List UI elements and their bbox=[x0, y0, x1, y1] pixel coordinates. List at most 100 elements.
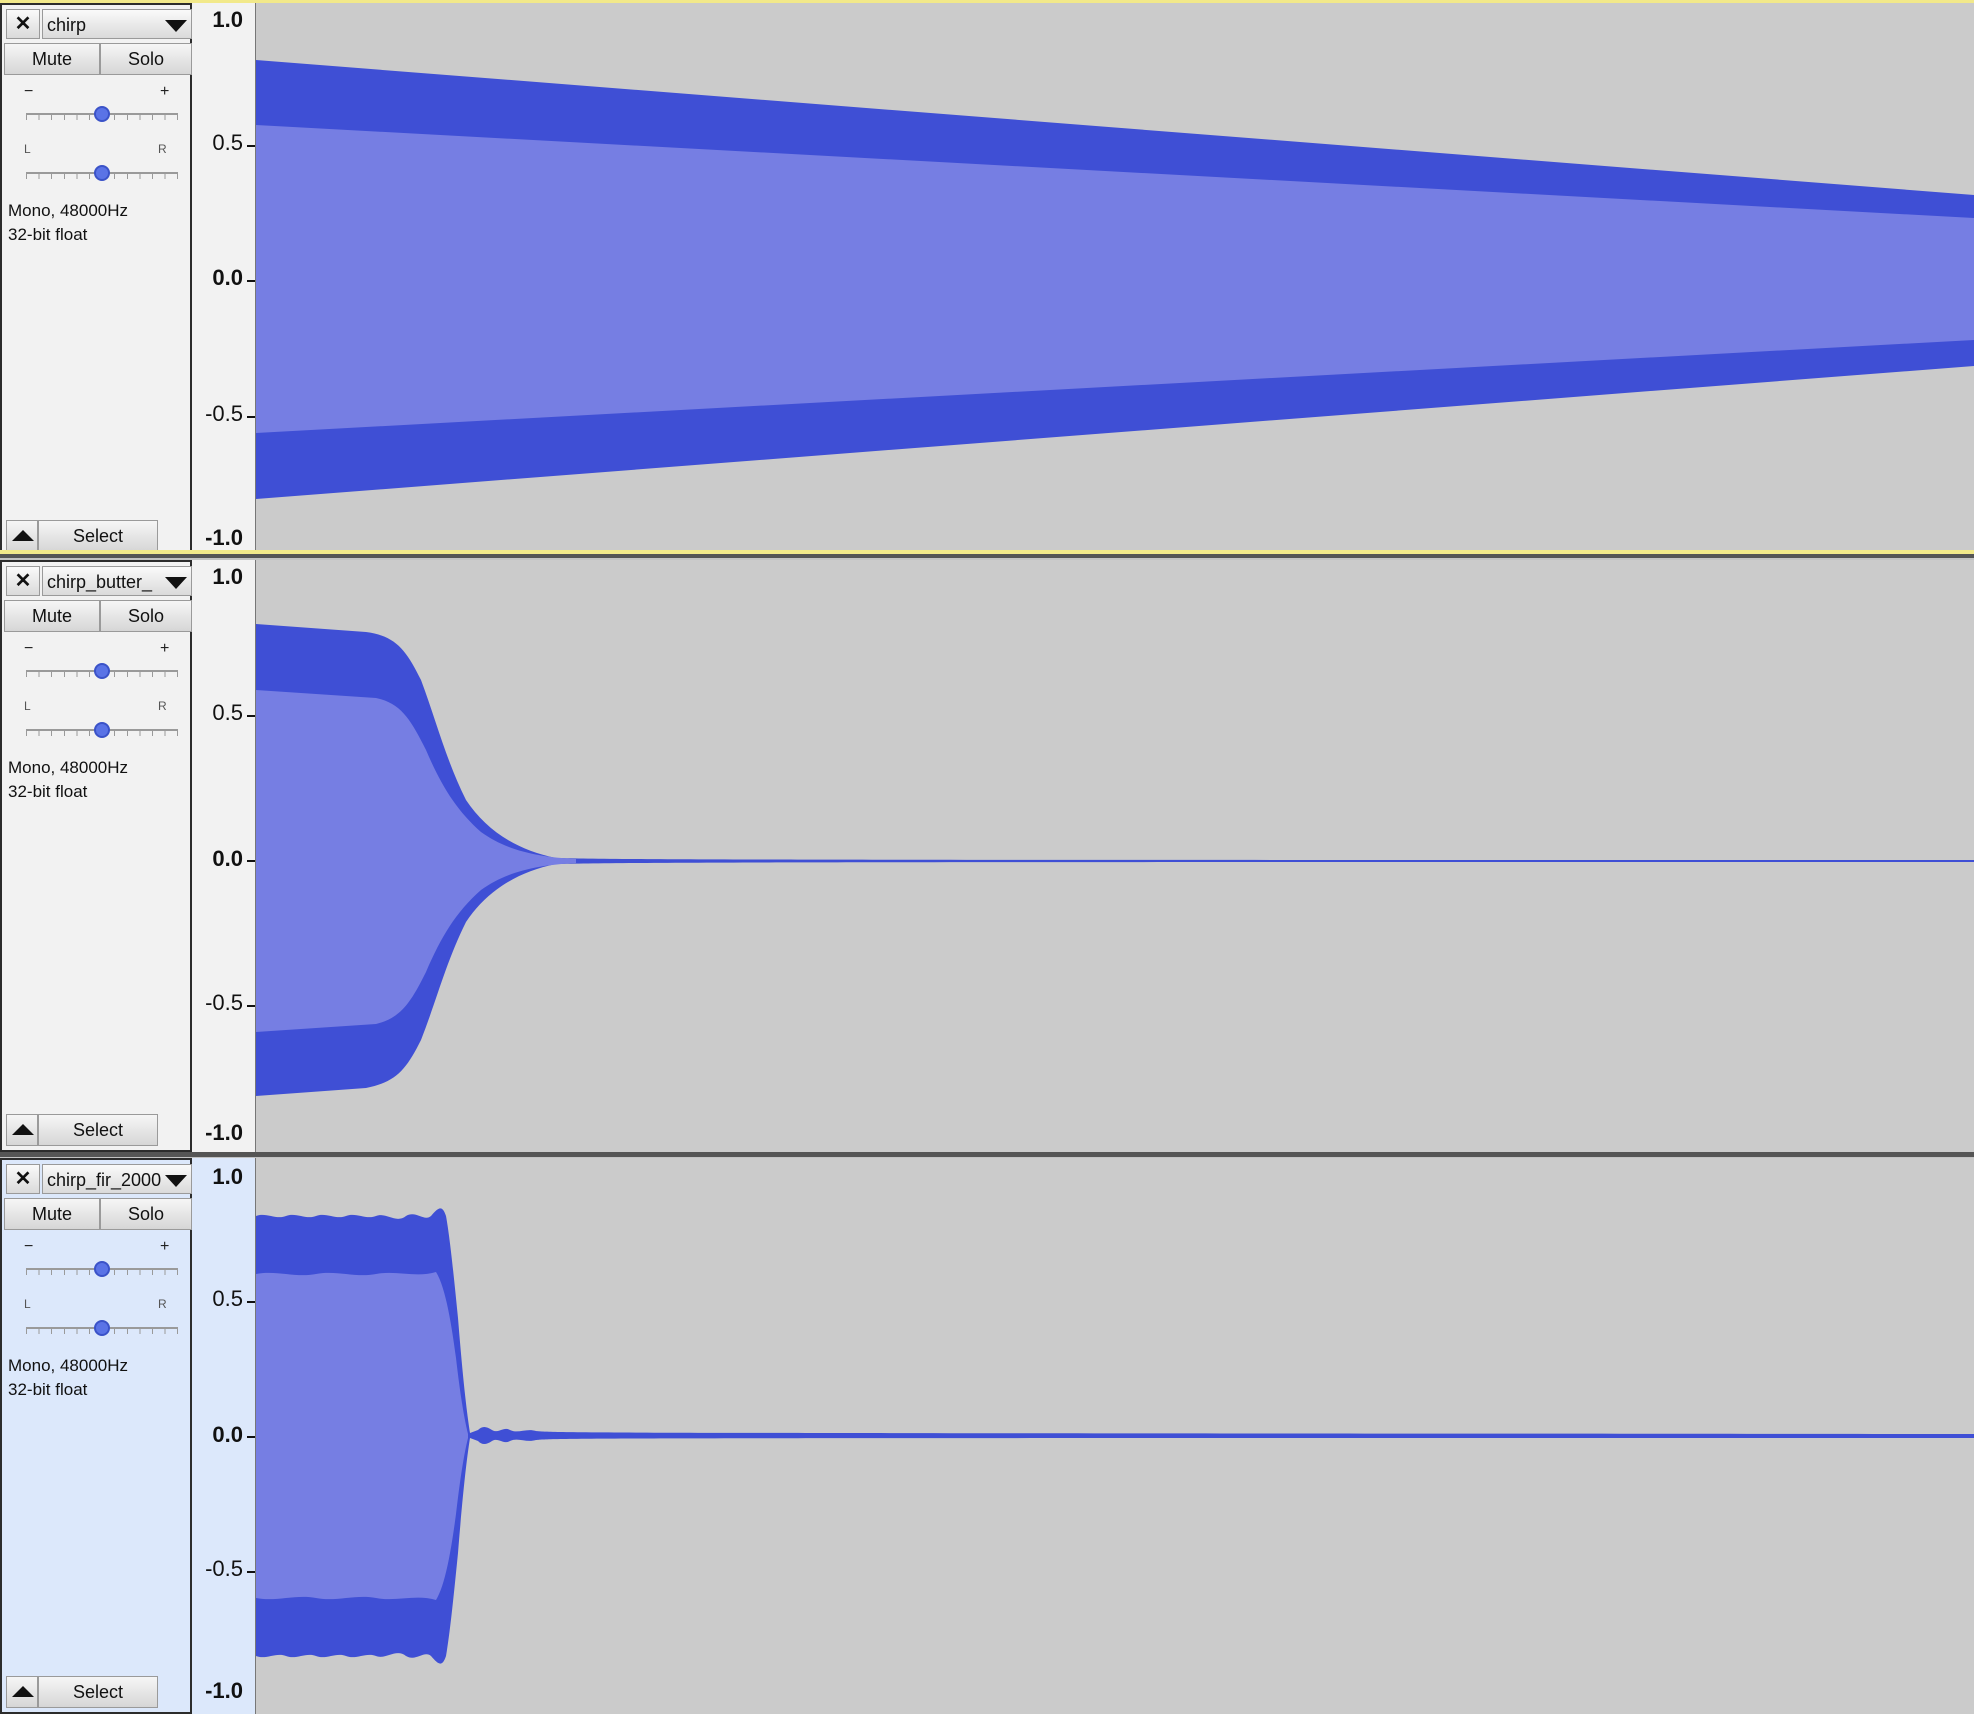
ruler-tick bbox=[247, 416, 255, 418]
ruler-tick bbox=[247, 860, 255, 862]
select-track-button[interactable]: Select bbox=[38, 1114, 158, 1146]
gain-slider[interactable] bbox=[26, 1256, 178, 1282]
gain-slider[interactable] bbox=[26, 658, 178, 684]
track-chirp-fir: ✕ chirp_fir_2000 Mute Solo − + L R Mono,… bbox=[0, 1158, 1974, 1714]
close-track-button[interactable]: ✕ bbox=[6, 1164, 40, 1194]
ruler-label-bottom: -1.0 bbox=[205, 1120, 243, 1145]
pan-slider-thumb[interactable] bbox=[94, 165, 110, 181]
ruler-label-bottom: -1.0 bbox=[205, 525, 243, 550]
waveform-chirp bbox=[256, 60, 1974, 499]
track-name: chirp_butter_ bbox=[47, 572, 153, 592]
track-rate-info: Mono, 48000Hz bbox=[8, 1356, 129, 1375]
amplitude-ruler: 1.0 0.5 0.0 -0.5 -1.0 bbox=[192, 3, 256, 558]
chevron-down-icon bbox=[165, 1175, 187, 1187]
waveform-chirp-butter bbox=[256, 624, 1974, 1096]
gain-slider-thumb[interactable] bbox=[94, 106, 110, 122]
gain-plus-label: + bbox=[160, 640, 170, 657]
track-separator bbox=[0, 554, 1974, 558]
pan-slider[interactable] bbox=[26, 717, 178, 743]
close-track-button[interactable]: ✕ bbox=[6, 566, 40, 596]
track-control-panel[interactable]: ✕ chirp_fir_2000 Mute Solo − + L R Mono,… bbox=[0, 1158, 192, 1714]
ruler-label-half: 0.5 bbox=[212, 130, 243, 155]
pan-left-label: L bbox=[24, 699, 31, 713]
track-format-info: Mono, 48000Hz 32-bit float bbox=[8, 756, 128, 804]
pan-right-label: R bbox=[158, 1297, 167, 1311]
waveform-chirp-fir bbox=[256, 1208, 1974, 1664]
solo-button[interactable]: Solo bbox=[100, 43, 192, 75]
collapse-up-icon bbox=[12, 1124, 34, 1135]
solo-button[interactable]: Solo bbox=[100, 600, 192, 632]
collapse-track-button[interactable] bbox=[6, 1676, 38, 1708]
collapse-track-button[interactable] bbox=[6, 1114, 38, 1146]
collapse-track-button[interactable] bbox=[6, 520, 38, 552]
select-track-button[interactable]: Select bbox=[38, 520, 158, 552]
ruler-tick bbox=[247, 280, 255, 282]
waveform-rms bbox=[256, 1272, 468, 1600]
close-icon: ✕ bbox=[14, 13, 32, 35]
waveform-rms bbox=[256, 690, 576, 1032]
ruler-label-zero: 0.0 bbox=[212, 1422, 243, 1447]
mute-button[interactable]: Mute bbox=[4, 1198, 100, 1230]
select-track-button[interactable]: Select bbox=[38, 1676, 158, 1708]
gain-minus-label: − bbox=[24, 640, 34, 657]
collapse-up-icon bbox=[12, 1686, 34, 1697]
solo-button[interactable]: Solo bbox=[100, 1198, 192, 1230]
close-track-button[interactable]: ✕ bbox=[6, 9, 40, 39]
pan-right-label: R bbox=[158, 699, 167, 713]
mute-button[interactable]: Mute bbox=[4, 600, 100, 632]
track-separator bbox=[0, 1152, 1974, 1157]
track-header: ✕ chirp_fir_2000 bbox=[4, 1162, 192, 1194]
gain-slider-thumb[interactable] bbox=[94, 663, 110, 679]
pan-slider-thumb[interactable] bbox=[94, 722, 110, 738]
gain-slider-thumb[interactable] bbox=[94, 1261, 110, 1277]
track-chirp-butter: ✕ chirp_butter_ Mute Solo − + L R Mono, … bbox=[0, 560, 1974, 1152]
ruler-tick bbox=[247, 1301, 255, 1303]
mute-button[interactable]: Mute bbox=[4, 43, 100, 75]
ruler-tick bbox=[247, 715, 255, 717]
waveform-peak bbox=[256, 1208, 1974, 1664]
pan-right-label: R bbox=[158, 142, 167, 156]
track-name: chirp_fir_2000 bbox=[47, 1170, 162, 1190]
ruler-label-neg-half: -0.5 bbox=[205, 1556, 243, 1581]
ruler-label-neg-half: -0.5 bbox=[205, 401, 243, 426]
waveform-area[interactable] bbox=[256, 3, 1974, 550]
pan-slider-thumb[interactable] bbox=[94, 1320, 110, 1336]
track-format-info: Mono, 48000Hz 32-bit float bbox=[8, 1354, 128, 1402]
chevron-down-icon bbox=[165, 20, 187, 32]
waveform-area[interactable] bbox=[256, 560, 1974, 1152]
track-name-menu-button[interactable]: chirp_butter_ bbox=[42, 566, 192, 596]
amplitude-ruler: 1.0 0.5 0.0 -0.5 -1.0 bbox=[192, 560, 256, 1152]
ruler-label-top: 1.0 bbox=[212, 7, 243, 32]
ruler-label-half: 0.5 bbox=[212, 1286, 243, 1311]
track-rate-info: Mono, 48000Hz bbox=[8, 758, 129, 777]
ruler-label-top: 1.0 bbox=[212, 564, 243, 589]
track-name-menu-button[interactable]: chirp_fir_2000 bbox=[42, 1164, 192, 1194]
track-rate-info: Mono, 48000Hz bbox=[8, 201, 129, 220]
track-header: ✕ chirp_butter_ bbox=[4, 564, 192, 596]
ruler-label-half: 0.5 bbox=[212, 700, 243, 725]
gain-slider[interactable] bbox=[26, 101, 178, 127]
track-name-menu-button[interactable]: chirp bbox=[42, 9, 192, 39]
track-control-panel[interactable]: ✕ chirp_butter_ Mute Solo − + L R Mono, … bbox=[0, 560, 192, 1152]
gain-minus-label: − bbox=[24, 1238, 34, 1255]
ruler-label-top: 1.0 bbox=[212, 1164, 243, 1189]
gain-plus-label: + bbox=[160, 83, 170, 100]
waveform-area[interactable] bbox=[256, 1158, 1974, 1714]
track-chirp: ✕ chirp Mute Solo − + L R Mono, 48000Hz … bbox=[0, 0, 1974, 558]
gain-minus-label: − bbox=[24, 83, 34, 100]
track-format-bits: 32-bit float bbox=[8, 1380, 88, 1399]
pan-slider[interactable] bbox=[26, 1315, 178, 1341]
ruler-label-neg-half: -0.5 bbox=[205, 990, 243, 1015]
ruler-tick bbox=[247, 1005, 255, 1007]
pan-slider[interactable] bbox=[26, 160, 178, 186]
close-icon: ✕ bbox=[14, 1168, 32, 1190]
track-header: ✕ chirp bbox=[4, 7, 192, 39]
ruler-tick bbox=[247, 145, 255, 147]
ruler-tick bbox=[247, 1436, 255, 1438]
track-name: chirp bbox=[47, 15, 87, 35]
track-format-bits: 32-bit float bbox=[8, 782, 88, 801]
track-control-panel[interactable]: ✕ chirp Mute Solo − + L R Mono, 48000Hz … bbox=[0, 3, 192, 558]
pan-left-label: L bbox=[24, 1297, 31, 1311]
ruler-label-zero: 0.0 bbox=[212, 265, 243, 290]
track-format-bits: 32-bit float bbox=[8, 225, 88, 244]
